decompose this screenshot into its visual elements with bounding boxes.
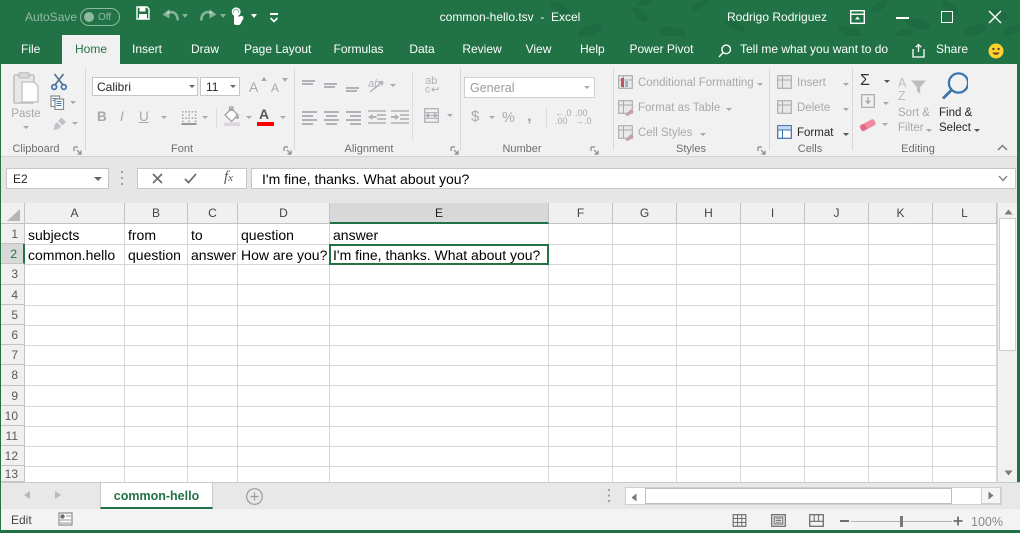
svg-text:c: c [425, 85, 430, 94]
svg-text:A: A [898, 76, 907, 90]
svg-text:Z: Z [898, 89, 906, 101]
